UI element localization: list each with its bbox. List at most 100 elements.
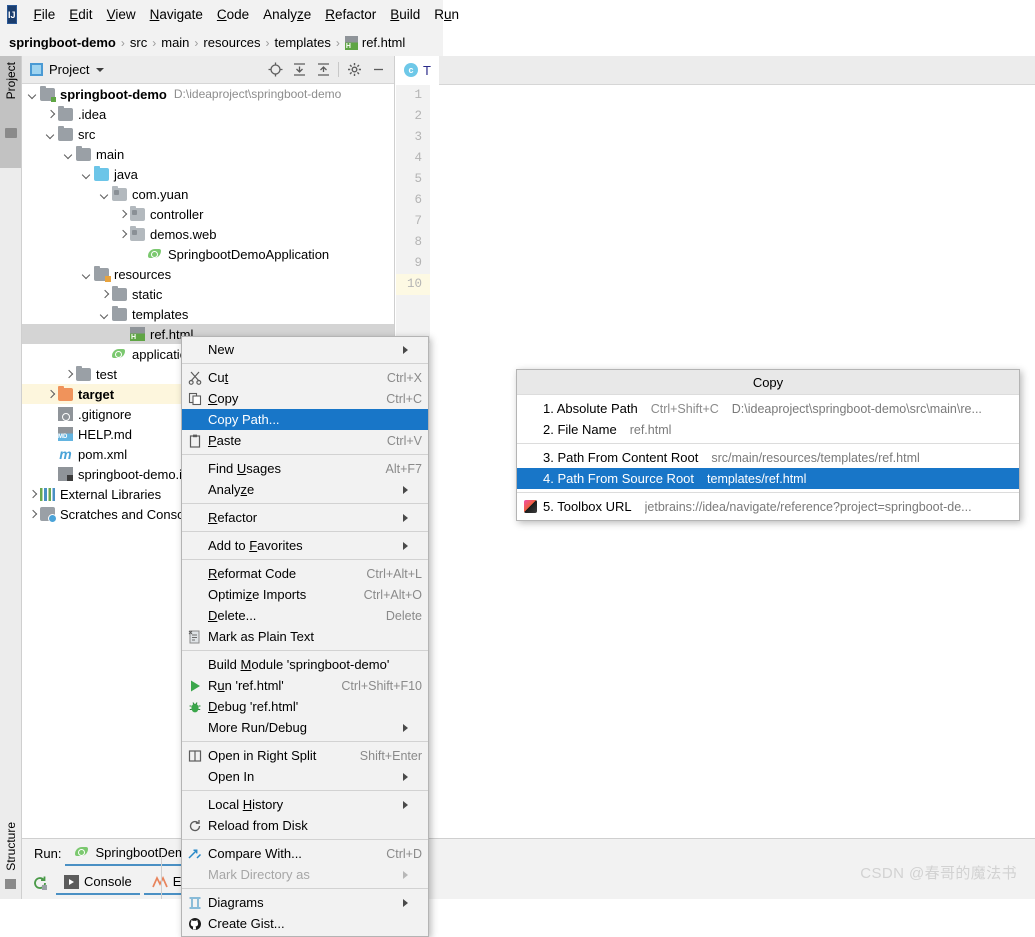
menu-item-more-run-debug[interactable]: More Run/Debug xyxy=(182,717,428,738)
copy-submenu-item-value: templates/ref.html xyxy=(707,472,806,486)
menu-item-create-gist[interactable]: Create Gist... xyxy=(182,913,428,934)
chevron-down-icon[interactable] xyxy=(98,187,112,201)
collapse-all-icon[interactable] xyxy=(311,58,335,82)
copy-submenu-item-7[interactable]: 5. Toolbox URLjetbrains://idea/navigate/… xyxy=(517,496,1019,517)
chevron-down-icon[interactable] xyxy=(96,68,104,72)
tree-node-resources[interactable]: resources xyxy=(22,264,394,284)
menu-item-diagrams[interactable]: Diagrams xyxy=(182,892,428,913)
menu-item-copy-path[interactable]: Copy Path... xyxy=(182,409,428,430)
chevron-down-icon[interactable] xyxy=(80,167,94,181)
chevron-down-icon[interactable] xyxy=(26,87,40,101)
locate-icon[interactable] xyxy=(263,58,287,82)
chevron-down-icon[interactable] xyxy=(62,147,76,161)
menu-navigate[interactable]: Navigate xyxy=(143,0,210,29)
menu-item-add-to-favorites[interactable]: Add to Favorites xyxy=(182,535,428,556)
tree-node-static[interactable]: static xyxy=(22,284,394,304)
editor-tab-active[interactable]: c T xyxy=(396,56,439,85)
tree-node-templates[interactable]: templates xyxy=(22,304,394,324)
menu-item-open-in-right-split[interactable]: Open in Right SplitShift+Enter xyxy=(182,745,428,766)
menu-item-label: More Run/Debug xyxy=(208,720,307,735)
menu-item-paste[interactable]: PasteCtrl+V xyxy=(182,430,428,451)
expand-all-icon[interactable] xyxy=(287,58,311,82)
spring-class-icon xyxy=(148,247,163,261)
breadcrumb-item-5[interactable]: ref.html xyxy=(362,35,405,50)
breadcrumb-item-4[interactable]: templates xyxy=(275,35,331,50)
chevron-right-icon[interactable] xyxy=(98,287,112,301)
menu-item-reformat-code[interactable]: Reformat CodeCtrl+Alt+L xyxy=(182,563,428,584)
copy-submenu-item-value: ref.html xyxy=(630,423,672,437)
tree-node-idea[interactable]: .idea xyxy=(22,104,394,124)
menu-view[interactable]: View xyxy=(100,0,143,29)
tree-node-springbootdemoapplication[interactable]: SpringbootDemoApplication xyxy=(22,244,394,264)
menu-item-label: Compare With... xyxy=(208,846,302,861)
menu-build[interactable]: Build xyxy=(383,0,427,29)
tree-node-label: controller xyxy=(150,207,203,222)
menu-item-run-ref-html[interactable]: Run 'ref.html'Ctrl+Shift+F10 xyxy=(182,675,428,696)
copy-submenu-item-4[interactable]: 3. Path From Content Rootsrc/main/resour… xyxy=(517,447,1019,468)
menu-item-find-usages[interactable]: Find UsagesAlt+F7 xyxy=(182,458,428,479)
menu-item-build-module-springboot-demo[interactable]: Build Module 'springboot-demo' xyxy=(182,654,428,675)
chevron-down-icon[interactable] xyxy=(80,267,94,281)
tree-node-src[interactable]: src xyxy=(22,124,394,144)
chevron-right-icon[interactable] xyxy=(44,107,58,121)
line-number: 10 xyxy=(396,274,430,295)
chevron-down-icon[interactable] xyxy=(98,307,112,321)
menu-item-optimize-imports[interactable]: Optimize ImportsCtrl+Alt+O xyxy=(182,584,428,605)
menu-item-copy[interactable]: CopyCtrl+C xyxy=(182,388,428,409)
submenu-arrow-icon xyxy=(403,899,422,907)
menu-item-refactor[interactable]: Refactor xyxy=(182,507,428,528)
menu-item-delete[interactable]: Delete...Delete xyxy=(182,605,428,626)
tree-node-label: src xyxy=(78,127,95,142)
module-folder-icon xyxy=(40,88,55,101)
submenu-arrow-icon xyxy=(403,514,422,522)
sidebar-strip-structure[interactable]: Structure xyxy=(0,817,22,899)
tree-node-java[interactable]: java xyxy=(22,164,394,184)
breadcrumb-separator: › xyxy=(266,36,270,50)
menu-item-compare-with[interactable]: Compare With...Ctrl+D xyxy=(182,843,428,864)
tree-node-springboot-demo[interactable]: springboot-demoD:\ideaproject\springboot… xyxy=(22,84,394,104)
menu-item-cut[interactable]: CutCtrl+X xyxy=(182,367,428,388)
copy-submenu-item-1[interactable]: 1. Absolute PathCtrl+Shift+CD:\ideaproje… xyxy=(517,398,1019,419)
tree-node-main[interactable]: main xyxy=(22,144,394,164)
menu-code[interactable]: Code xyxy=(210,0,256,29)
breadcrumb-item-3[interactable]: resources xyxy=(203,35,260,50)
chevron-right-icon[interactable] xyxy=(26,507,40,521)
menu-separator xyxy=(182,741,428,742)
breadcrumb-item-0[interactable]: springboot-demo xyxy=(9,35,116,50)
copy-submenu-item-5[interactable]: 4. Path From Source Roottemplates/ref.ht… xyxy=(517,468,1019,489)
tree-node-demos-web[interactable]: demos.web xyxy=(22,224,394,244)
minimize-icon[interactable] xyxy=(366,58,390,82)
chevron-right-icon[interactable] xyxy=(44,387,58,401)
chevron-right-icon[interactable] xyxy=(26,487,40,501)
copy-submenu-item-2[interactable]: 2. File Nameref.html xyxy=(517,419,1019,440)
gear-icon[interactable] xyxy=(342,58,366,82)
tab-console[interactable]: Console xyxy=(64,874,132,892)
menu-item-debug-ref-html[interactable]: Debug 'ref.html' xyxy=(182,696,428,717)
menu-item-reload-from-disk[interactable]: Reload from Disk xyxy=(182,815,428,836)
menu-item-label: Create Gist... xyxy=(208,916,285,931)
rerun-icon[interactable] xyxy=(28,871,52,895)
folder-icon xyxy=(5,128,17,138)
menu-item-analyze[interactable]: Analyze xyxy=(182,479,428,500)
menu-file[interactable]: File xyxy=(27,0,63,29)
chevron-right-icon[interactable] xyxy=(62,367,76,381)
chevron-right-icon[interactable] xyxy=(116,207,130,221)
breadcrumb-item-2[interactable]: main xyxy=(161,35,189,50)
menu-item-label: Local History xyxy=(208,797,283,812)
resource-folder-icon xyxy=(94,268,109,281)
menu-item-new[interactable]: New xyxy=(182,339,428,360)
menu-run[interactable]: Run xyxy=(427,0,466,29)
menu-item-local-history[interactable]: Local History xyxy=(182,794,428,815)
menu-item-mark-as-plain-text[interactable]: Mark as Plain Text xyxy=(182,626,428,647)
menu-item-open-in[interactable]: Open In xyxy=(182,766,428,787)
chevron-right-icon[interactable] xyxy=(116,227,130,241)
tree-node-controller[interactable]: controller xyxy=(22,204,394,224)
breadcrumb-item-1[interactable]: src xyxy=(130,35,147,50)
tree-node-com-yuan[interactable]: com.yuan xyxy=(22,184,394,204)
menu-edit[interactable]: Edit xyxy=(62,0,99,29)
breadcrumb-separator: › xyxy=(152,36,156,50)
menu-refactor[interactable]: Refactor xyxy=(318,0,383,29)
sidebar-strip-project[interactable]: Project xyxy=(0,56,22,168)
menu-analyze[interactable]: Analyze xyxy=(256,0,318,29)
chevron-down-icon[interactable] xyxy=(44,127,58,141)
